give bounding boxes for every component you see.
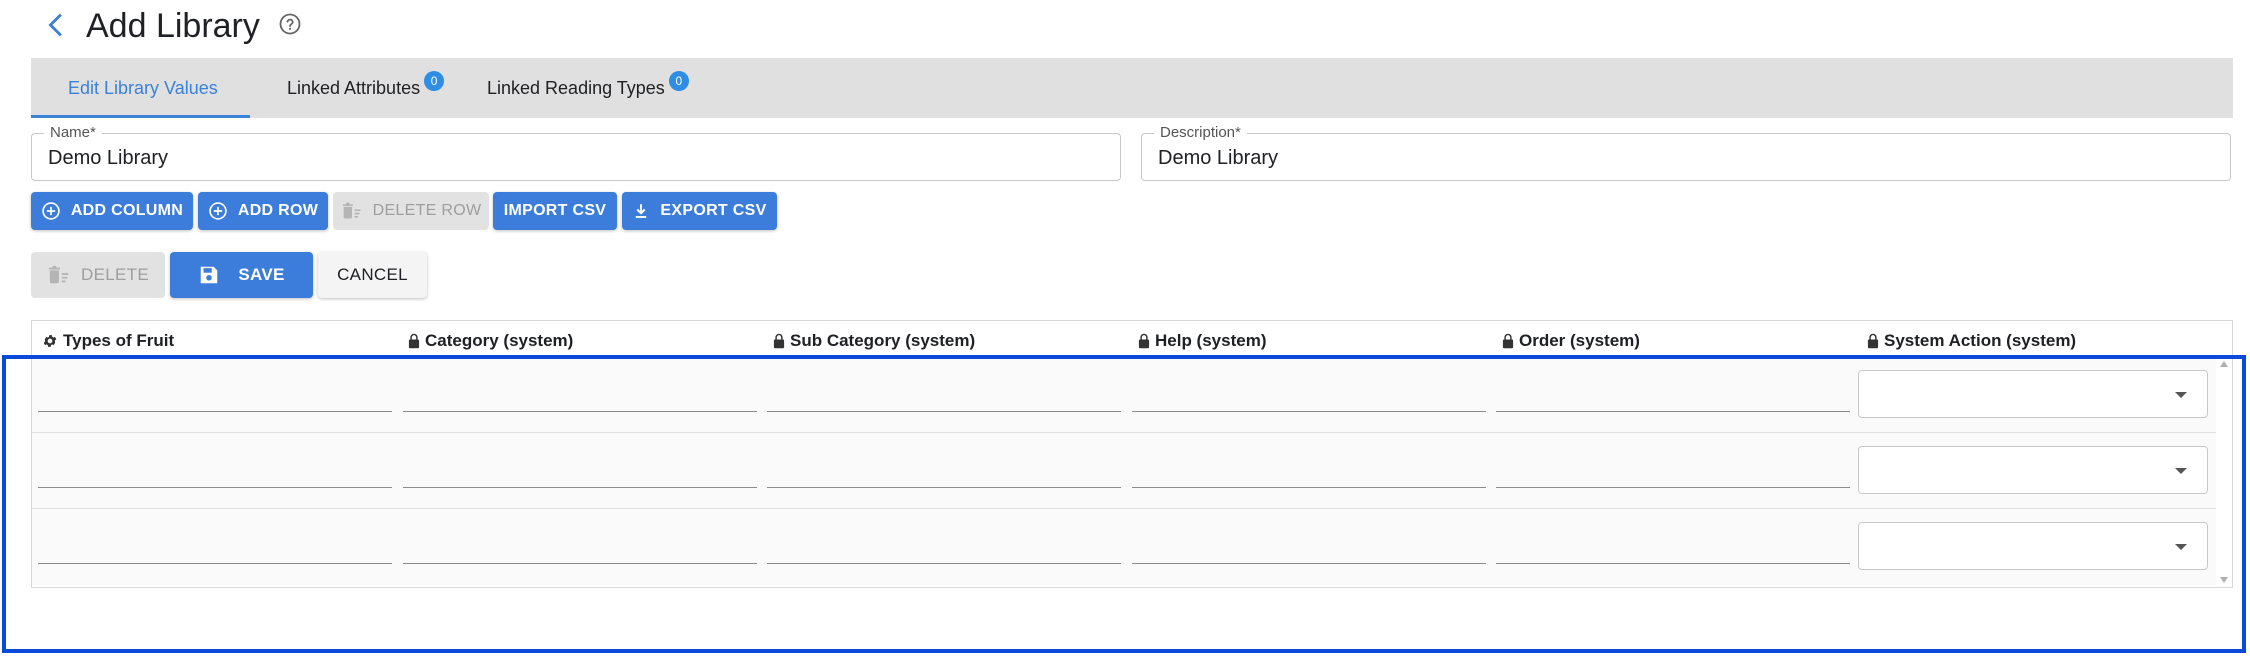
cancel-button[interactable]: CANCEL xyxy=(318,252,427,298)
caret-down-icon xyxy=(2175,544,2187,550)
name-label: Name* xyxy=(44,123,102,143)
column-header-label: System Action (system) xyxy=(1884,331,2077,350)
column-header-label: Help (system) xyxy=(1155,331,1267,350)
caret-down-icon xyxy=(2175,392,2187,398)
system-action-select[interactable] xyxy=(1858,370,2208,418)
table-cell[interactable] xyxy=(1496,371,1850,412)
table-row xyxy=(32,432,2216,509)
save-label: SAVE xyxy=(238,265,285,284)
import-csv-button[interactable]: IMPORT CSV xyxy=(493,192,617,230)
delete-sweep-icon xyxy=(48,265,69,284)
add-column-label: ADD COLUMN xyxy=(70,202,184,219)
column-header-label: Category (system) xyxy=(425,331,574,350)
description-field: Description* xyxy=(1141,123,2231,181)
add-row-button[interactable]: ADD ROW xyxy=(198,192,328,230)
table-cell[interactable] xyxy=(403,371,757,412)
chevron-left-icon xyxy=(48,13,62,37)
name-input[interactable] xyxy=(48,147,1028,170)
import-csv-label: IMPORT CSV xyxy=(503,202,607,219)
add-column-button[interactable]: ADD COLUMN xyxy=(31,192,193,230)
add-row-label: ADD ROW xyxy=(237,202,319,219)
lock-icon xyxy=(1867,333,1879,349)
lock-icon xyxy=(408,333,420,349)
table-row xyxy=(32,356,2216,433)
column-header-sub-category[interactable]: Sub Category (system) xyxy=(773,330,975,352)
tab-linked-reading-types[interactable]: Linked Reading Types 0 xyxy=(487,58,689,118)
tab-bar: Edit Library Values Linked Attributes 0 L… xyxy=(31,58,2233,118)
table-row xyxy=(32,508,2216,585)
download-icon xyxy=(636,204,647,218)
add-circle-icon xyxy=(209,202,227,220)
column-header-help[interactable]: Help (system) xyxy=(1138,330,1266,352)
tab-linked-attributes[interactable]: Linked Attributes 0 xyxy=(287,58,445,118)
column-header-system-action[interactable]: System Action (system) xyxy=(1867,330,2076,352)
tab-label: Linked Attributes xyxy=(287,78,421,98)
column-header-category[interactable]: Category (system) xyxy=(408,330,573,352)
name-field: Name* xyxy=(31,123,1121,181)
table-cell[interactable] xyxy=(1132,523,1486,564)
delete-row-button[interactable]: DELETE ROW xyxy=(333,192,489,230)
scroll-down-arrow-icon[interactable] xyxy=(2220,577,2228,583)
description-label: Description* xyxy=(1154,123,1247,143)
column-header-label: Sub Category (system) xyxy=(790,331,976,350)
delete-label: DELETE xyxy=(81,265,149,284)
save-icon xyxy=(201,266,218,284)
table-cell[interactable] xyxy=(767,447,1121,488)
page-title: Add Library xyxy=(86,7,260,45)
save-button[interactable]: SAVE xyxy=(170,252,313,298)
export-csv-button[interactable]: EXPORT CSV xyxy=(622,192,777,230)
table-cell[interactable] xyxy=(1132,371,1486,412)
export-csv-label: EXPORT CSV xyxy=(660,202,767,219)
help-icon[interactable] xyxy=(278,12,302,36)
active-tab-indicator xyxy=(31,115,250,118)
delete-sweep-icon xyxy=(342,202,360,219)
table-cell[interactable] xyxy=(403,523,757,564)
count-badge: 0 xyxy=(424,71,445,91)
table-cell[interactable] xyxy=(1496,447,1850,488)
tab-edit-library-values[interactable]: Edit Library Values xyxy=(68,58,218,118)
column-header-order[interactable]: Order (system) xyxy=(1502,330,1640,352)
gear-icon xyxy=(43,335,57,347)
lock-icon xyxy=(1138,333,1150,349)
back-button[interactable] xyxy=(40,8,74,42)
tab-label: Edit Library Values xyxy=(68,78,218,98)
table-cell[interactable] xyxy=(38,447,392,488)
column-header-label: Types of Fruit xyxy=(63,331,175,350)
delete-button[interactable]: DELETE xyxy=(31,252,165,298)
table-cell[interactable] xyxy=(38,523,392,564)
add-circle-icon xyxy=(42,202,60,220)
table-cell[interactable] xyxy=(403,447,757,488)
system-action-select[interactable] xyxy=(1858,446,2208,494)
count-badge: 0 xyxy=(668,71,689,91)
caret-down-icon xyxy=(2175,468,2187,474)
delete-row-label: DELETE ROW xyxy=(372,202,482,219)
library-table: Types of Fruit Category (system) Sub Cat… xyxy=(31,320,2233,588)
scroll-up-arrow-icon[interactable] xyxy=(2220,361,2228,367)
table-cell[interactable] xyxy=(1132,447,1486,488)
column-header-types-of-fruit[interactable]: Types of Fruit xyxy=(42,330,174,352)
column-header-label: Order (system) xyxy=(1519,331,1640,350)
tab-label: Linked Reading Types xyxy=(487,78,665,98)
table-cell[interactable] xyxy=(38,371,392,412)
lock-icon xyxy=(1502,333,1514,349)
table-cell[interactable] xyxy=(767,523,1121,564)
description-input[interactable] xyxy=(1158,147,2138,170)
system-action-select[interactable] xyxy=(1858,522,2208,570)
lock-icon xyxy=(773,333,785,349)
table-cell[interactable] xyxy=(767,371,1121,412)
table-cell[interactable] xyxy=(1496,523,1850,564)
cancel-label: CANCEL xyxy=(337,265,408,284)
